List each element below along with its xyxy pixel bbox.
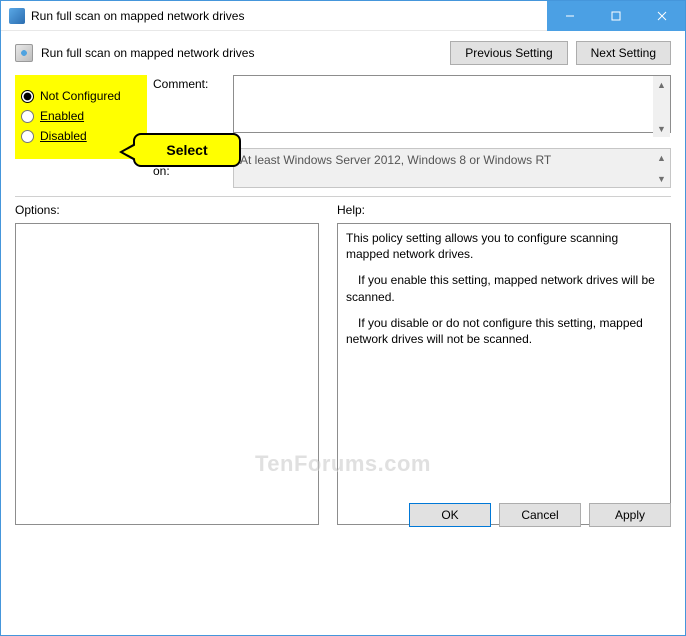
supported-on-value: At least Windows Server 2012, Windows 8 … bbox=[240, 153, 551, 167]
help-text-2: If you enable this setting, mapped netwo… bbox=[346, 272, 662, 304]
comment-field-wrap: ▲ ▼ bbox=[233, 75, 671, 138]
window-title: Run full scan on mapped network drives bbox=[31, 9, 244, 23]
maximize-button[interactable] bbox=[593, 1, 639, 31]
supported-on-field: At least Windows Server 2012, Windows 8 … bbox=[233, 148, 671, 188]
options-pane bbox=[15, 223, 319, 525]
policy-title: Run full scan on mapped network drives bbox=[41, 46, 254, 60]
comment-scrollbar[interactable]: ▲ ▼ bbox=[653, 76, 670, 137]
scroll-down-icon[interactable]: ▼ bbox=[653, 170, 670, 187]
apply-button[interactable]: Apply bbox=[589, 503, 671, 527]
radio-not-configured-input[interactable] bbox=[21, 90, 34, 103]
divider bbox=[15, 196, 671, 197]
settings-grid: Not Configured Enabled Disabled Select C… bbox=[15, 75, 671, 188]
dialog-buttons: OK Cancel Apply bbox=[409, 503, 671, 527]
scroll-up-icon[interactable]: ▲ bbox=[653, 76, 670, 93]
radio-enabled-label: Enabled bbox=[40, 109, 84, 123]
help-label: Help: bbox=[337, 203, 671, 217]
radio-disabled-input[interactable] bbox=[21, 130, 34, 143]
ok-button[interactable]: OK bbox=[409, 503, 491, 527]
help-pane: This policy setting allows you to config… bbox=[337, 223, 671, 525]
comment-label: Comment: bbox=[153, 75, 227, 91]
titlebar: Run full scan on mapped network drives bbox=[1, 1, 685, 31]
radio-enabled-input[interactable] bbox=[21, 110, 34, 123]
radio-not-configured[interactable]: Not Configured bbox=[21, 89, 141, 103]
header-row: Run full scan on mapped network drives P… bbox=[15, 41, 671, 65]
comment-field[interactable] bbox=[233, 75, 671, 133]
radio-enabled[interactable]: Enabled bbox=[21, 109, 141, 123]
help-text-3: If you disable or do not configure this … bbox=[346, 315, 662, 347]
supported-scrollbar[interactable]: ▲ ▼ bbox=[653, 149, 670, 187]
supported-on-wrap: At least Windows Server 2012, Windows 8 … bbox=[233, 148, 671, 188]
previous-setting-button[interactable]: Previous Setting bbox=[450, 41, 567, 65]
scroll-down-icon[interactable]: ▼ bbox=[653, 120, 670, 137]
minimize-button[interactable] bbox=[547, 1, 593, 31]
state-radio-group: Not Configured Enabled Disabled Select bbox=[15, 75, 147, 159]
next-setting-button[interactable]: Next Setting bbox=[576, 41, 671, 65]
app-icon bbox=[9, 8, 25, 24]
scroll-up-icon[interactable]: ▲ bbox=[653, 149, 670, 166]
window-controls bbox=[547, 1, 685, 31]
select-annotation-label: Select bbox=[166, 142, 207, 158]
help-text-1: This policy setting allows you to config… bbox=[346, 230, 662, 262]
content-area: Run full scan on mapped network drives P… bbox=[1, 31, 685, 539]
radio-disabled-label: Disabled bbox=[40, 129, 87, 143]
policy-icon bbox=[15, 44, 33, 62]
select-annotation: Select bbox=[133, 133, 241, 167]
radio-not-configured-label: Not Configured bbox=[40, 89, 121, 103]
close-button[interactable] bbox=[639, 1, 685, 31]
window: Run full scan on mapped network drives R… bbox=[0, 0, 686, 636]
options-label: Options: bbox=[15, 203, 319, 217]
radio-disabled[interactable]: Disabled bbox=[21, 129, 141, 143]
lower-panes: Options: Help: This policy setting allow… bbox=[15, 203, 671, 525]
cancel-button[interactable]: Cancel bbox=[499, 503, 581, 527]
